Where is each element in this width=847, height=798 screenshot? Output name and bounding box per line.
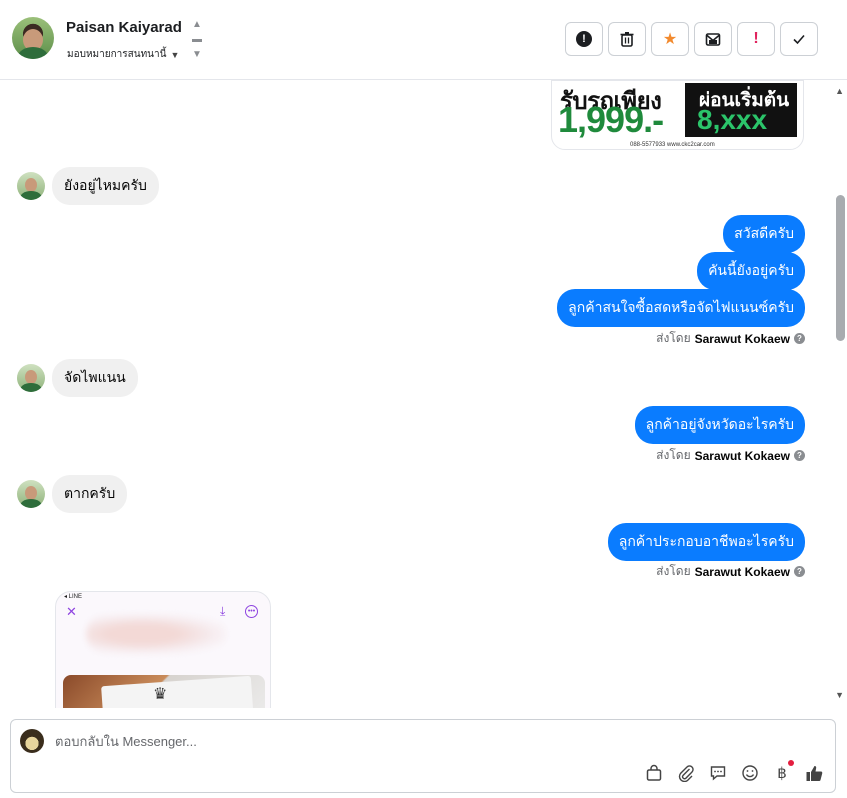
message-bubble-outgoing[interactable]: คันนี้ยังอยู่ครับ xyxy=(697,252,805,290)
message-bubble-outgoing[interactable]: ลูกค้าสนใจซื้อสดหรือจัดไฟแนนซ์ครับ xyxy=(557,289,805,327)
baht-icon: ฿ xyxy=(777,765,787,782)
incoming-message: ยังอยู่ไหมครับ xyxy=(17,167,159,205)
blurred-content xyxy=(86,614,226,654)
help-icon[interactable]: ? xyxy=(794,566,805,577)
help-icon[interactable]: ? xyxy=(794,450,805,461)
like-button[interactable] xyxy=(804,763,824,783)
help-icon[interactable]: ? xyxy=(794,333,805,344)
message-bubble-incoming[interactable]: จัดไพแนน xyxy=(52,359,138,397)
mark-unread-icon xyxy=(705,33,721,46)
sent-by-agent: Sarawut Kokaew xyxy=(694,564,790,579)
mark-done-button[interactable] xyxy=(780,22,818,56)
emoji-button[interactable] xyxy=(740,763,760,783)
seal-icon: ♛ xyxy=(153,686,168,703)
follow-up-button[interactable]: ! xyxy=(737,22,775,56)
sent-by-prefix: ส่งโดย xyxy=(656,564,691,578)
ad-image-attachment[interactable]: รับรถเพียง 1,999.- ผ่อนเริ่มต้น 8,xxx 08… xyxy=(551,80,804,150)
spam-icon: ! xyxy=(576,31,592,47)
ad-installment-box: ผ่อนเริ่มต้น 8,xxx xyxy=(685,83,797,137)
scrollbar-thumb[interactable] xyxy=(836,195,845,341)
star-button[interactable]: ★ xyxy=(651,22,689,56)
message-bubble-outgoing[interactable]: ลูกค้าประกอบอาชีพอะไรครับ xyxy=(607,523,805,561)
notification-dot xyxy=(788,760,794,766)
saved-replies-button[interactable] xyxy=(708,763,728,783)
chevron-down-icon: ▼ xyxy=(170,49,180,60)
spam-button[interactable]: ! xyxy=(565,22,603,56)
message-thread[interactable]: รับรถเพียง 1,999.- ผ่อนเริ่มต้น 8,xxx 08… xyxy=(0,80,847,708)
more-icon: ••• xyxy=(245,605,258,618)
assign-label: มอบหมายการสนทนานี้ xyxy=(67,49,167,60)
sent-by-prefix: ส่งโดย xyxy=(656,331,691,345)
contact-name[interactable]: Paisan Kaiyarad xyxy=(66,19,182,36)
thumbs-up-icon xyxy=(806,765,822,781)
sent-by-label: ส่งโดย Sarawut Kokaew ? xyxy=(656,329,805,348)
smiley-icon xyxy=(742,765,758,781)
message-bubble-incoming[interactable]: ตากครับ xyxy=(52,475,128,513)
next-conversation-icon[interactable]: ▼ xyxy=(192,50,202,60)
contact-avatar[interactable] xyxy=(12,17,54,59)
phone-status-text: ◂ LINE xyxy=(64,594,83,600)
conversation-navigator[interactable]: ▲ ▬ ▼ xyxy=(191,20,203,60)
contact-avatar-small[interactable] xyxy=(17,172,45,200)
contact-avatar-small[interactable] xyxy=(17,480,45,508)
sent-by-agent: Sarawut Kokaew xyxy=(694,331,790,346)
message-bubble-incoming[interactable]: ยังอยู่ไหมครับ xyxy=(52,167,159,205)
reply-composer: ฿ xyxy=(10,719,836,793)
done-check-icon xyxy=(793,34,805,45)
sent-by-label: ส่งโดย Sarawut Kokaew ? xyxy=(656,446,805,465)
image-attachment-screenshot[interactable]: ◂ LINE ✕ ⤓ ••• ♛ xyxy=(55,591,271,708)
follow-up-icon: ! xyxy=(753,30,759,47)
incoming-message: ตากครับ xyxy=(17,475,128,513)
download-icon: ⤓ xyxy=(220,604,226,618)
conversation-toolbar: ! ★ ! xyxy=(565,22,818,56)
contact-avatar-small[interactable] xyxy=(17,364,45,392)
scroll-up-icon[interactable]: ▲ xyxy=(835,86,844,96)
sent-by-prefix: ส่งโดย xyxy=(656,448,691,462)
star-icon: ★ xyxy=(662,31,678,48)
scroll-down-icon[interactable]: ▼ xyxy=(835,690,844,700)
ad-price: 1,999.- xyxy=(558,99,664,140)
page-avatar xyxy=(20,729,44,753)
assign-conversation-dropdown[interactable]: มอบหมายการสนทนานี้ ▼ xyxy=(67,47,179,62)
conversation-header: Paisan Kaiyarad มอบหมายการสนทนานี้ ▼ ▲ ▬… xyxy=(0,0,847,80)
delete-button[interactable] xyxy=(608,22,646,56)
paperclip-icon xyxy=(678,765,694,782)
incoming-message: จัดไพแนน xyxy=(17,359,138,397)
shopping-bag-icon xyxy=(646,764,662,781)
message-bubble-outgoing[interactable]: สวัสดีครับ xyxy=(723,215,805,253)
sent-by-agent: Sarawut Kokaew xyxy=(694,448,790,463)
shop-bag-button[interactable] xyxy=(644,763,664,783)
previous-conversation-icon[interactable]: ▲ xyxy=(192,20,202,30)
ad-installment-value: 8,xxx xyxy=(697,104,768,135)
divider-icon: ▬ xyxy=(192,34,202,45)
chat-bubble-icon xyxy=(710,766,726,781)
close-icon: ✕ xyxy=(66,604,77,619)
ad-footer: 088-5577933 www.ckc2car.com xyxy=(630,142,715,148)
composer-toolbar: ฿ xyxy=(644,760,824,783)
payment-button[interactable]: ฿ xyxy=(772,760,794,783)
trash-icon xyxy=(620,32,634,47)
attach-button[interactable] xyxy=(676,763,696,783)
reply-input[interactable] xyxy=(55,734,755,749)
message-bubble-outgoing[interactable]: ลูกค้าอยู่จังหวัดอะไรครับ xyxy=(634,406,805,444)
sent-by-label: ส่งโดย Sarawut Kokaew ? xyxy=(656,562,805,581)
scrollbar[interactable]: ▲ ▼ xyxy=(833,80,847,708)
mark-unread-button[interactable] xyxy=(694,22,732,56)
